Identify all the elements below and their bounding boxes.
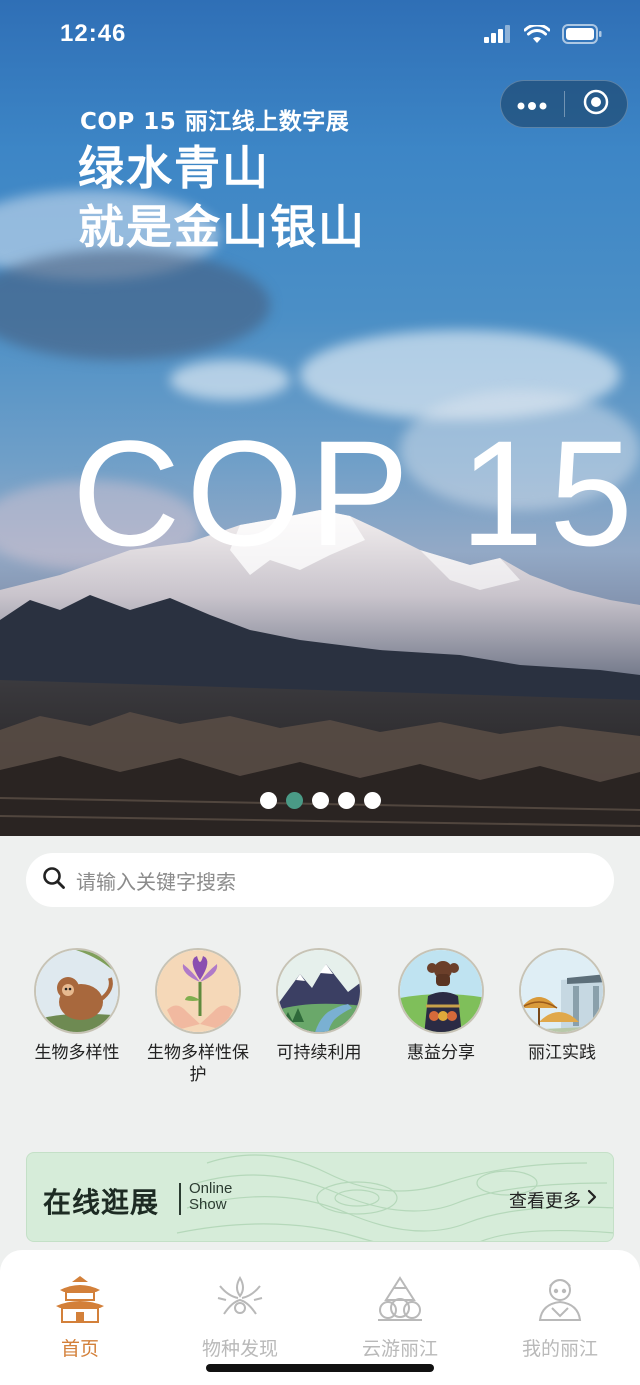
wifi-icon [523,23,551,48]
hero-cop15-title: COP 15 [72,409,639,577]
search-placeholder: 请输入关键字搜索 [76,869,236,894]
target-circle-icon [583,89,609,119]
more-menu-button[interactable] [501,80,564,128]
carousel-indicator [260,792,381,809]
pavilion-icon [54,1274,106,1328]
home-indicator[interactable] [206,1364,434,1372]
carousel-dot[interactable] [260,792,277,809]
monkey-icon [34,948,120,1034]
tab-label: 云游丽江 [361,1338,438,1360]
category-label: 丽江实践 [528,1043,596,1063]
carousel-dot[interactable] [364,792,381,809]
category-biodiversity-protection[interactable]: 生物多样性保护 [138,948,258,1086]
signal-icon [484,25,512,47]
category-biodiversity[interactable]: 生物多样性 [17,948,137,1064]
online-show-banner[interactable]: 在线逛展 Online Show 查看更多 [26,1152,614,1242]
umbrella-gate-icon [519,948,605,1034]
category-label: 可持续利用 [276,1043,362,1063]
carousel-dot-active[interactable] [286,792,303,809]
more-dots-icon [517,95,547,114]
mountain-river-icon [276,948,362,1034]
hero-slogan-line2: 就是金山银山 [78,200,366,254]
banner-title: 在线逛展 [43,1186,160,1219]
tab-home[interactable]: 首页 [0,1274,160,1361]
search-icon [42,866,66,894]
miniprogram-capsule [500,80,628,128]
flower-hands-icon [155,948,241,1034]
tab-label: 我的丽江 [521,1338,598,1360]
category-label: 生物多样性 [34,1043,120,1063]
status-time: 12:46 [60,20,127,47]
profile-icon [534,1274,586,1328]
banner-en-line2: Show [189,1196,227,1213]
category-sustainable-use[interactable]: 可持续利用 [259,948,379,1064]
category-lijiang-practice[interactable]: 丽江实践 [502,948,622,1064]
banner-divider [179,1183,181,1215]
hero-cloud [170,360,290,400]
chevron-right-icon [587,1189,597,1209]
ethnic-figure-icon [398,948,484,1034]
tab-my-lijiang[interactable]: 我的丽江 [480,1274,640,1361]
banner-english-label: Online Show [189,1181,232,1213]
carousel-dot[interactable] [338,792,355,809]
tab-label: 物种发现 [201,1338,278,1360]
hero-subtitle: COP 15 丽江线上数字展 [80,109,350,135]
hero-slogan-line1: 绿水青山 [78,141,270,195]
tab-species-discovery[interactable]: 物种发现 [160,1274,320,1361]
view-more-link[interactable]: 查看更多 [509,1187,581,1213]
close-miniprogram-button[interactable] [565,80,628,128]
status-bar: 12:46 [0,0,640,72]
battery-icon [562,24,602,48]
species-icon [214,1274,266,1328]
search-input[interactable]: 请输入关键字搜索 [26,853,614,907]
category-label: 惠益分享 [407,1043,475,1063]
banner-en-line1: Online [189,1180,233,1197]
tab-label: 首页 [60,1338,99,1360]
tab-cloud-tour[interactable]: 云游丽江 [320,1274,480,1361]
category-label: 生物多样性保护 [147,1043,249,1085]
category-benefit-sharing[interactable]: 惠益分享 [381,948,501,1064]
carousel-dot[interactable] [312,792,329,809]
hero-carousel[interactable]: 12:46 COP 15 丽江线上数字展 绿水青山 就是金山银山 COP 15 [0,0,640,836]
hero-cloud [0,250,270,360]
cloud-tour-icon [374,1274,426,1328]
